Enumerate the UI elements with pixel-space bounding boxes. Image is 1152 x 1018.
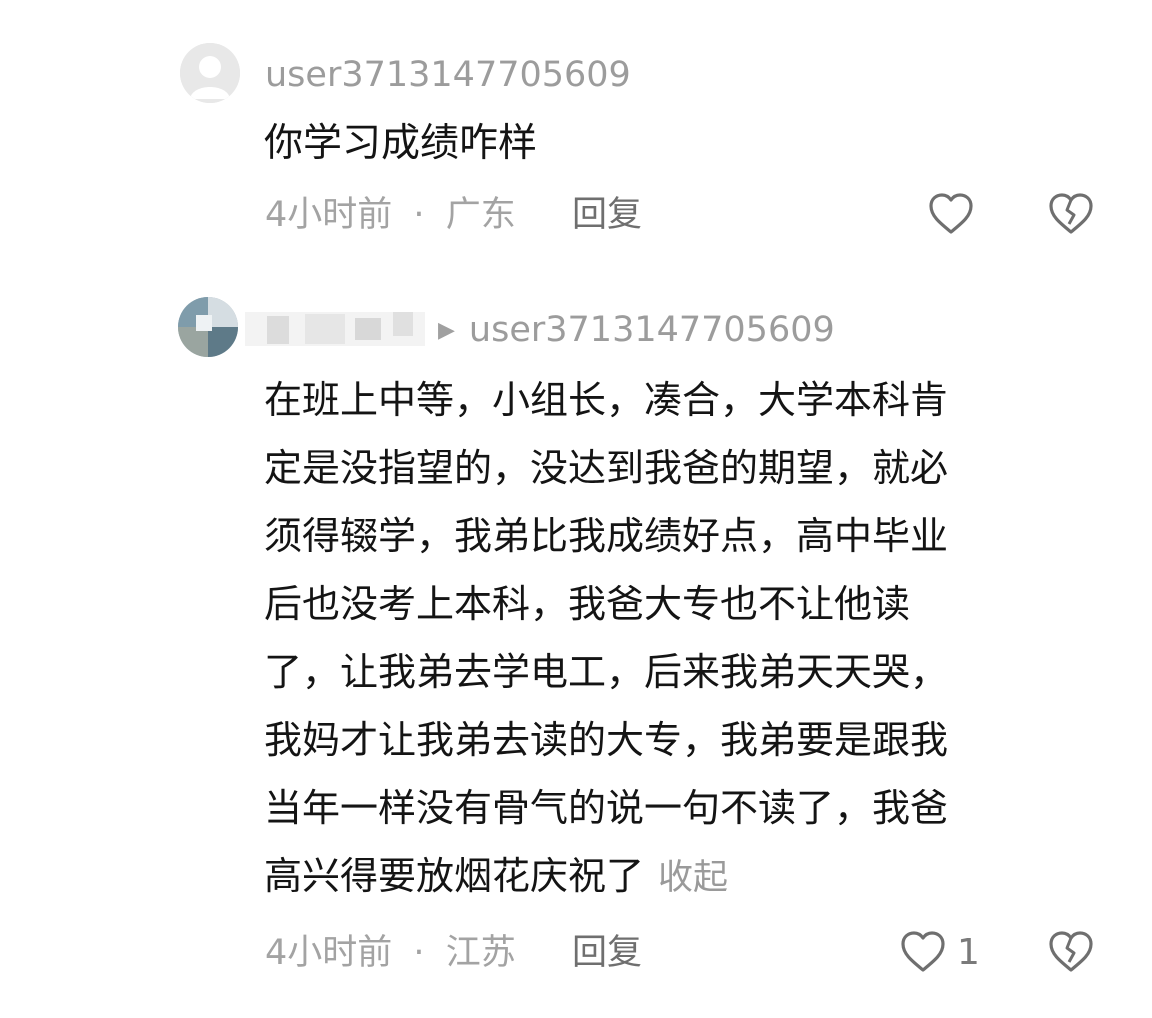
comment-text: 你学习成绩咋样: [264, 121, 538, 166]
blurred-avatar-image: [178, 297, 238, 357]
reply-arrow-icon: ▶: [438, 318, 455, 343]
collapse-button[interactable]: 收起: [658, 858, 728, 898]
broken-heart-icon[interactable]: [1048, 192, 1094, 240]
comment-text-line: 定是没指望的，没达到我爸的期望，就必: [264, 446, 949, 490]
avatar[interactable]: [178, 297, 238, 357]
avatar[interactable]: [180, 43, 240, 103]
comment-text-line: 高兴得要放烟花庆祝了: [264, 854, 645, 898]
reply-to-username[interactable]: user3713147705609: [469, 310, 835, 350]
comment-time: 4小时前: [265, 195, 393, 235]
heart-outline-icon[interactable]: [928, 192, 974, 240]
comment-username[interactable]: user3713147705609: [265, 58, 631, 93]
default-avatar-icon: [180, 43, 240, 103]
meta-separator: ·: [413, 195, 425, 235]
broken-heart-icon[interactable]: [1048, 930, 1094, 978]
comment-location: 江苏: [445, 933, 516, 973]
reply-button[interactable]: 回复: [572, 198, 642, 233]
comment-time: 4小时前: [265, 933, 393, 973]
comment-text-line: 后也没考上本科，我爸大专也不让他读: [264, 582, 911, 626]
heart-outline-icon[interactable]: [900, 930, 946, 978]
comment-text: 在班上中等，小组长，凑合，大学本科肯 定是没指望的，没达到我爸的期望，就必 须得…: [264, 366, 948, 912]
comment-text-line: 在班上中等，小组长，凑合，大学本科肯: [264, 378, 949, 422]
like-count: 1: [957, 932, 980, 973]
comment-text-line: 须得辍学，我弟比我成绩好点，高中毕业: [264, 514, 949, 558]
comment-text-last-line: 高兴得要放烟花庆祝了 收起: [264, 842, 948, 912]
meta-separator: ·: [413, 933, 425, 973]
comment-meta: 4小时前 · 江苏: [265, 936, 516, 971]
reply-button[interactable]: 回复: [572, 936, 642, 971]
reply-target: ▶ user3713147705609: [438, 313, 835, 348]
comment-location: 广东: [445, 195, 516, 235]
comment-text-line: 当年一样没有骨气的说一句不读了，我爸: [264, 786, 949, 830]
blurred-username[interactable]: [245, 306, 425, 350]
comment-text-line: 我妈才让我弟去读的大专，我弟要是跟我: [264, 718, 949, 762]
comment-text-line: 了，让我弟去学电工，后来我弟天天哭，: [264, 650, 949, 694]
pixelated-name-image: [245, 312, 425, 346]
comment-meta: 4小时前 · 广东: [265, 198, 516, 233]
